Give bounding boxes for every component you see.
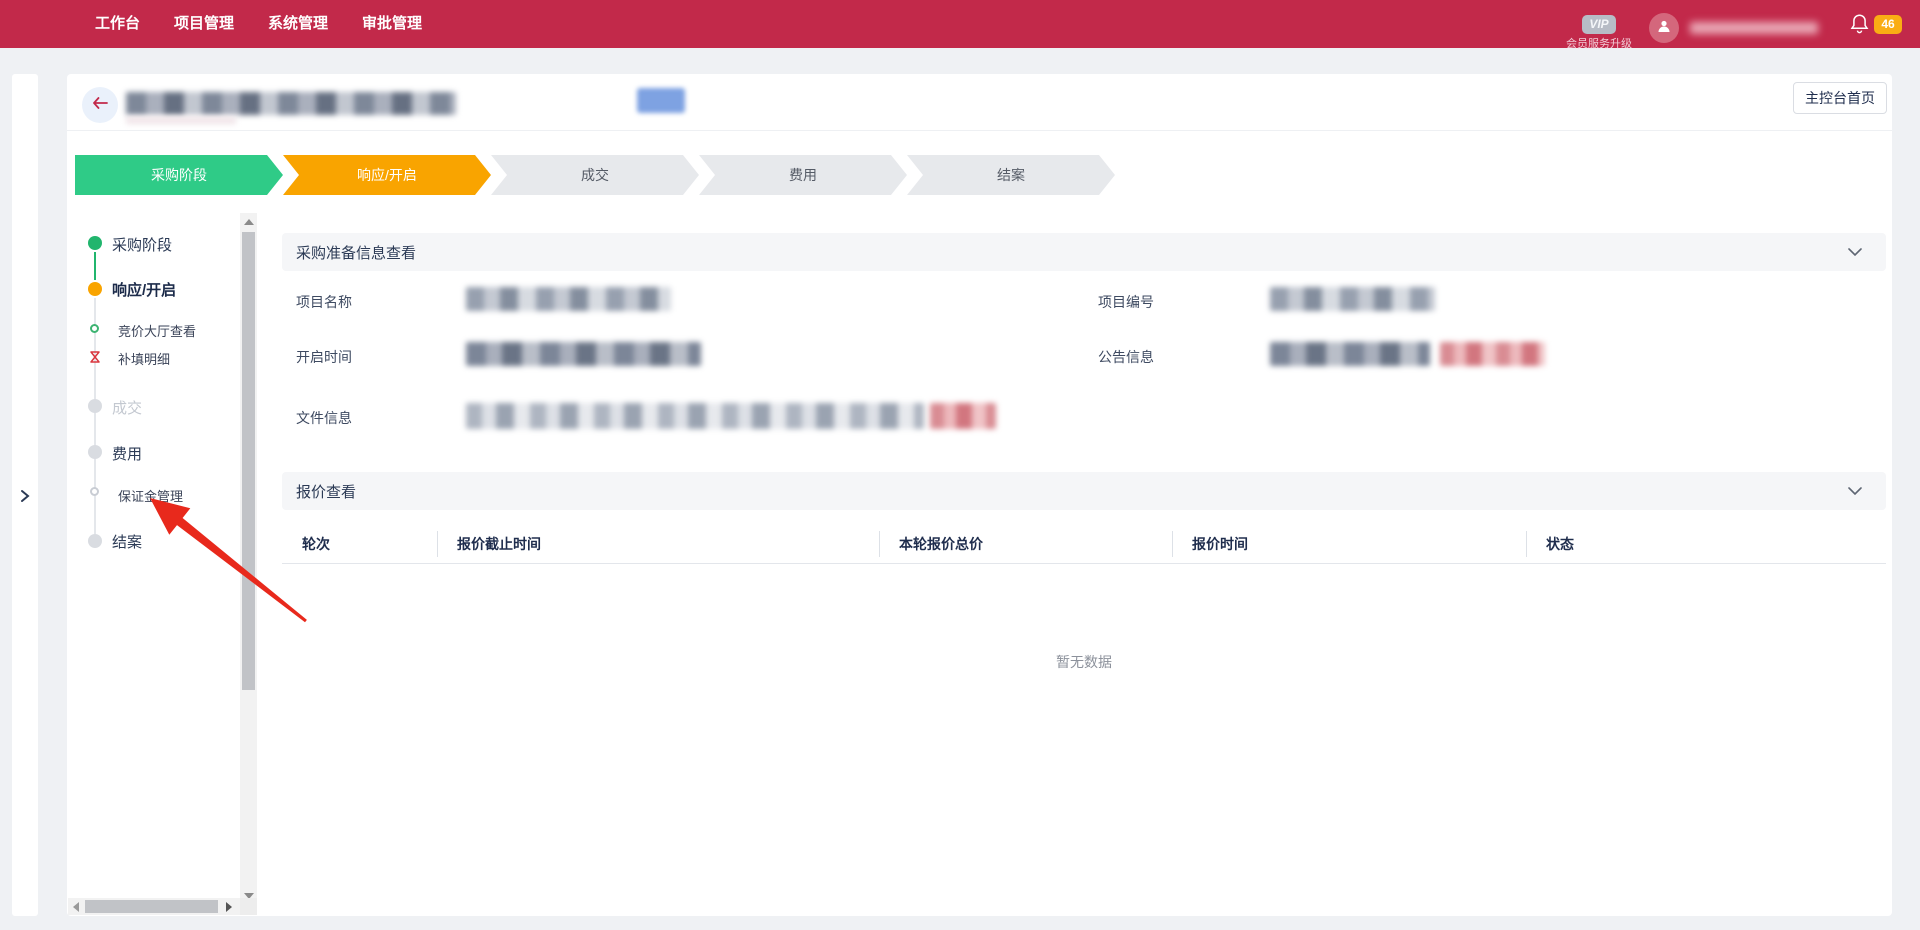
- gray-ring-icon: [90, 487, 99, 496]
- gray-dot-icon: [88, 399, 102, 413]
- expand-panel-handle[interactable]: [14, 488, 36, 508]
- sidebar-item-fees[interactable]: 费用: [112, 443, 142, 464]
- page-title-redacted: [126, 92, 456, 115]
- sidebar-item-procurement-stage[interactable]: 采购阶段: [112, 234, 172, 255]
- chevron-down-icon[interactable]: [1848, 243, 1862, 261]
- scroll-left-arrow[interactable]: [73, 902, 79, 912]
- hourglass-icon: [89, 350, 101, 369]
- field-label-open-time: 开启时间: [296, 347, 352, 367]
- prep-info-panel-header[interactable]: 采购准备信息查看: [282, 233, 1886, 271]
- step-response-open[interactable]: 响应/开启: [283, 155, 491, 195]
- arrow-left-icon: [92, 96, 108, 114]
- step-procurement-stage[interactable]: 采购阶段: [75, 155, 283, 195]
- scrollbar-corner: [240, 898, 257, 915]
- horizontal-scroll-thumb[interactable]: [85, 900, 218, 913]
- table-header-border: [282, 563, 1886, 564]
- field-label-announcement: 公告信息: [1098, 347, 1154, 367]
- announcement-link-redacted[interactable]: [1440, 342, 1545, 366]
- sidebar-item-deal[interactable]: 成交: [112, 397, 142, 418]
- orange-dot-icon: [88, 282, 102, 296]
- green-ring-icon: [90, 324, 99, 333]
- chevron-down-icon[interactable]: [1848, 482, 1862, 500]
- column-header-quote-time: 报价时间: [1172, 525, 1526, 563]
- chevron-right-icon: [20, 489, 30, 508]
- file-link-redacted[interactable]: [930, 403, 996, 429]
- field-value-file-info-redacted: [466, 403, 924, 429]
- notification-count-badge: 46: [1874, 15, 1902, 34]
- step-closing[interactable]: 结案: [907, 155, 1115, 195]
- column-header-round-total-price: 本轮报价总价: [879, 525, 1172, 563]
- column-separator: [437, 531, 438, 557]
- column-header-quote-deadline: 报价截止时间: [437, 525, 879, 563]
- back-button[interactable]: [82, 87, 118, 123]
- vip-upgrade-label[interactable]: 会员服务升级: [1556, 35, 1642, 51]
- sidebar-item-bidding-hall[interactable]: 竞价大厅查看: [118, 321, 196, 340]
- status-tag-redacted: [637, 88, 685, 113]
- step-deal[interactable]: 成交: [491, 155, 699, 195]
- person-icon: [1656, 18, 1672, 39]
- scroll-up-arrow[interactable]: [244, 219, 254, 225]
- sidebar-item-response-open[interactable]: 响应/开启: [112, 279, 176, 300]
- field-value-announcement-redacted: [1270, 342, 1430, 366]
- nav-item-project-management[interactable]: 项目管理: [174, 0, 234, 48]
- nav-item-approval-management[interactable]: 审批管理: [362, 0, 422, 48]
- field-label-file-info: 文件信息: [296, 408, 352, 428]
- user-avatar[interactable]: [1649, 13, 1679, 43]
- column-header-status: 状态: [1526, 525, 1886, 563]
- empty-state-text: 暂无数据: [282, 652, 1886, 672]
- gray-dot-icon: [88, 445, 102, 459]
- gray-dot-icon: [88, 534, 102, 548]
- field-label-project-no: 项目编号: [1098, 292, 1154, 312]
- field-value-project-name-redacted: [466, 287, 671, 311]
- scroll-right-arrow[interactable]: [226, 902, 232, 912]
- top-nav: 工作台 项目管理 系统管理 审批管理 VIP 会员服务升级 46: [0, 0, 1920, 48]
- timeline-connector-green: [94, 252, 96, 280]
- divider: [67, 130, 1892, 131]
- quote-panel-header[interactable]: 报价查看: [282, 472, 1886, 510]
- sidebar-item-fill-details[interactable]: 补填明细: [118, 349, 170, 368]
- nav-menu: 工作台 项目管理 系统管理 审批管理: [95, 0, 422, 48]
- prep-info-panel-title: 采购准备信息查看: [296, 242, 416, 263]
- nav-item-system-management[interactable]: 系统管理: [268, 0, 328, 48]
- annotation-arrow: [134, 484, 334, 644]
- nav-item-workbench[interactable]: 工作台: [95, 0, 140, 48]
- field-value-open-time-redacted: [466, 342, 701, 366]
- column-separator: [879, 531, 880, 557]
- username-redacted[interactable]: [1690, 22, 1818, 34]
- console-home-button[interactable]: 主控台首页: [1793, 82, 1887, 114]
- step-fees[interactable]: 费用: [699, 155, 907, 195]
- column-separator: [1172, 531, 1173, 557]
- page-subtitle-redacted: [126, 117, 236, 124]
- vip-icon[interactable]: VIP: [1582, 15, 1616, 34]
- timeline-connector-gray: [94, 298, 96, 534]
- column-separator: [1526, 531, 1527, 557]
- field-label-project-name: 项目名称: [296, 292, 352, 312]
- bell-icon[interactable]: [1850, 13, 1869, 35]
- green-dot-icon: [88, 236, 102, 250]
- field-value-project-no-redacted: [1270, 287, 1435, 311]
